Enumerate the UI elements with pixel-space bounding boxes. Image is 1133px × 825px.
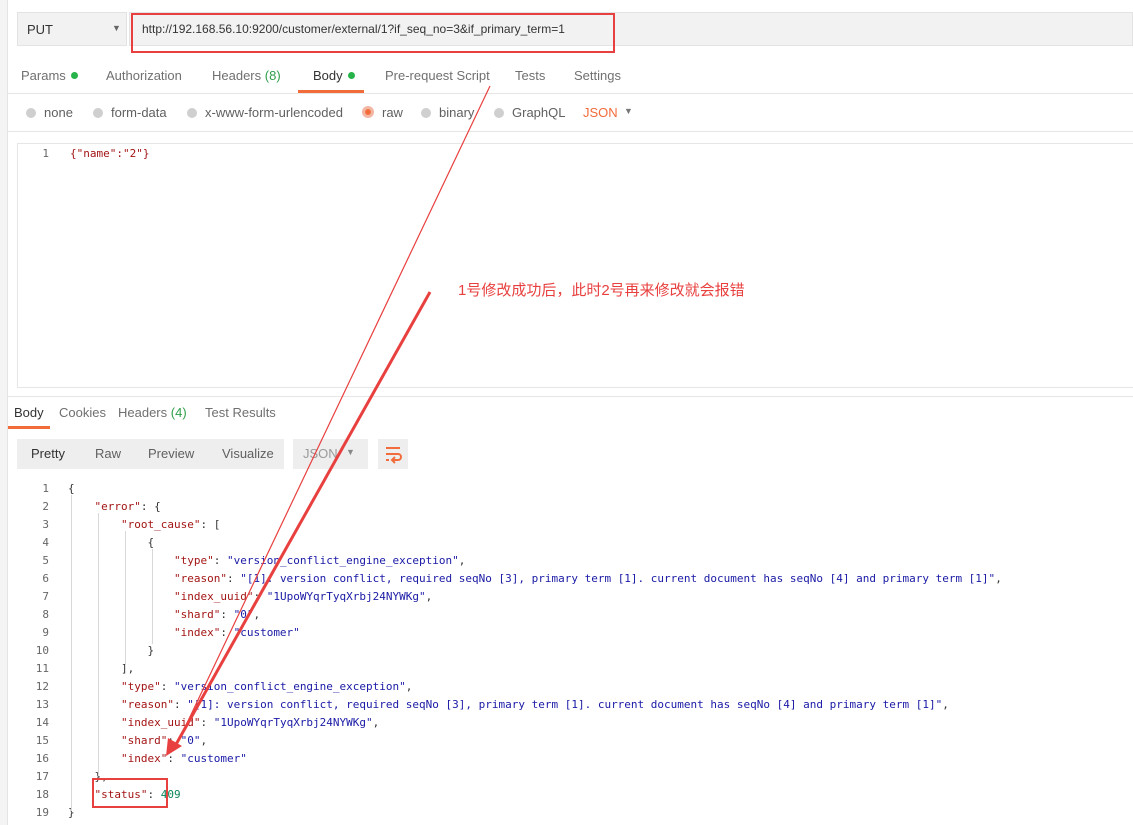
annotation-arrow xyxy=(166,85,491,756)
